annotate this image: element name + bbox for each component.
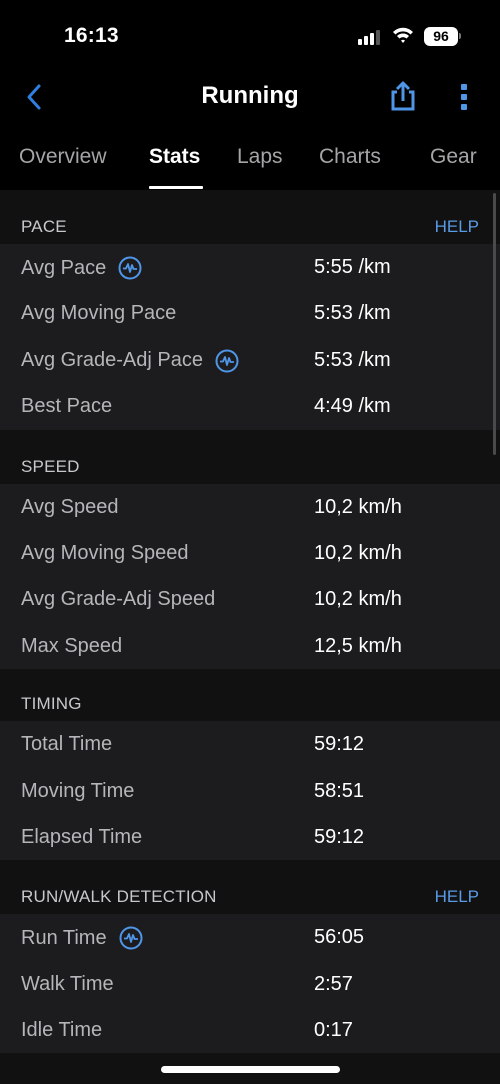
stat-label: Walk Time (21, 972, 114, 995)
stat-label: Moving Time (21, 779, 135, 802)
stat-row: Total Time 59:12 (0, 721, 500, 767)
stat-value: 5:53 /km (314, 302, 391, 325)
stat-row: Max Speed 12,5 km/h (0, 623, 500, 669)
section-title: PACE (21, 217, 67, 236)
stat-label: Avg Moving Speed (21, 541, 189, 564)
stat-label: Best Pace (21, 395, 113, 418)
stat-label: Idle Time (21, 1019, 103, 1042)
section-title: RUN/WALK DETECTION (21, 887, 217, 907)
stat-value: 12,5 km/h (314, 634, 402, 657)
tab-bar: Overview Stats Laps Charts Gear (0, 125, 500, 190)
stat-value: 10,2 km/h (314, 588, 402, 611)
stat-label: Max Speed (21, 634, 123, 657)
stat-value: 0:17 (314, 1019, 353, 1042)
stat-value: 59:12 (314, 733, 365, 756)
active-tab-indicator (149, 186, 203, 189)
stats-content: PACE HELP Avg Pace 5:55 /km Avg Moving P… (0, 190, 500, 1084)
stat-row: Avg Grade-Adj Pace 5:53 /km (0, 337, 500, 383)
battery-icon: 96 (424, 27, 458, 46)
stat-label: Avg Speed (21, 495, 119, 518)
stat-row: Run Time 56:05 (0, 914, 500, 960)
stat-row: Elapsed Time 59:12 (0, 814, 500, 860)
wifi-icon (393, 27, 413, 43)
signal-icon (358, 29, 382, 45)
stat-value: 4:49 /km (314, 395, 391, 418)
section-title: TIMING (21, 694, 82, 714)
help-link[interactable]: HELP (435, 217, 479, 237)
section-run-walk: Run Time 56:05 Walk Time 2:57 Idle Time … (0, 914, 500, 1054)
home-indicator[interactable] (161, 1066, 340, 1073)
stat-label: Total Time (21, 733, 113, 756)
stat-row: Idle Time 0:17 (0, 1007, 500, 1053)
stat-value: 5:55 /km (314, 256, 391, 278)
stat-row: Avg Pace 5:55 /km (0, 244, 500, 290)
nav-bar: Running (0, 70, 500, 125)
stat-label: Avg Moving Pace (21, 302, 177, 325)
section-header-run-walk: RUN/WALK DETECTION HELP (0, 860, 500, 914)
stat-row: Avg Speed 10,2 km/h (0, 484, 500, 530)
section-title: SPEED (21, 456, 80, 476)
stat-label: Avg Grade-Adj Speed (21, 588, 216, 611)
tab-stats[interactable]: Stats (149, 145, 200, 169)
section-speed: Avg Speed 10,2 km/h Avg Moving Speed 10,… (0, 483, 500, 670)
battery-tip (459, 33, 461, 39)
stat-label: Avg Pace (21, 256, 142, 280)
activity-info-icon[interactable] (215, 349, 239, 373)
tab-charts[interactable]: Charts (319, 145, 381, 169)
section-header-pace: PACE HELP (0, 190, 500, 244)
help-link[interactable]: HELP (435, 887, 479, 907)
scrollbar[interactable] (493, 193, 496, 455)
stat-value: 10,2 km/h (314, 541, 402, 564)
stat-row: Walk Time 2:57 (0, 961, 500, 1007)
stat-value: 58:51 (314, 779, 365, 802)
activity-info-icon[interactable] (119, 926, 143, 950)
stat-label: Run Time (21, 926, 143, 950)
stat-label: Elapsed Time (21, 825, 143, 848)
page-title: Running (201, 82, 299, 109)
section-pace: Avg Pace 5:55 /km Avg Moving Pace 5:53 /… (0, 244, 500, 430)
stat-label: Avg Grade-Adj Pace (21, 349, 239, 373)
activity-info-icon[interactable] (118, 256, 142, 280)
stat-value: 56:05 (314, 926, 365, 949)
section-header-speed: SPEED (0, 430, 500, 484)
share-icon[interactable] (388, 80, 418, 112)
tab-gear[interactable]: Gear (430, 145, 477, 169)
stat-value: 59:12 (314, 825, 365, 848)
tab-laps[interactable]: Laps (237, 145, 283, 169)
tab-overview[interactable]: Overview (19, 145, 107, 169)
stat-row: Avg Moving Pace 5:53 /km (0, 290, 500, 336)
status-time: 16:13 (64, 24, 119, 47)
stat-row: Best Pace 4:49 /km (0, 383, 500, 429)
stat-row: Avg Moving Speed 10,2 km/h (0, 530, 500, 576)
stat-value: 5:53 /km (314, 348, 391, 371)
stat-row: Avg Grade-Adj Speed 10,2 km/h (0, 576, 500, 622)
stat-value: 10,2 km/h (314, 495, 402, 518)
section-header-timing: TIMING (0, 669, 500, 721)
stat-value: 2:57 (314, 972, 353, 995)
more-vertical-icon[interactable] (454, 82, 474, 112)
stat-row: Moving Time 58:51 (0, 768, 500, 814)
status-bar: 16:13 96 (0, 0, 500, 70)
section-timing: Total Time 59:12 Moving Time 58:51 Elaps… (0, 721, 500, 861)
